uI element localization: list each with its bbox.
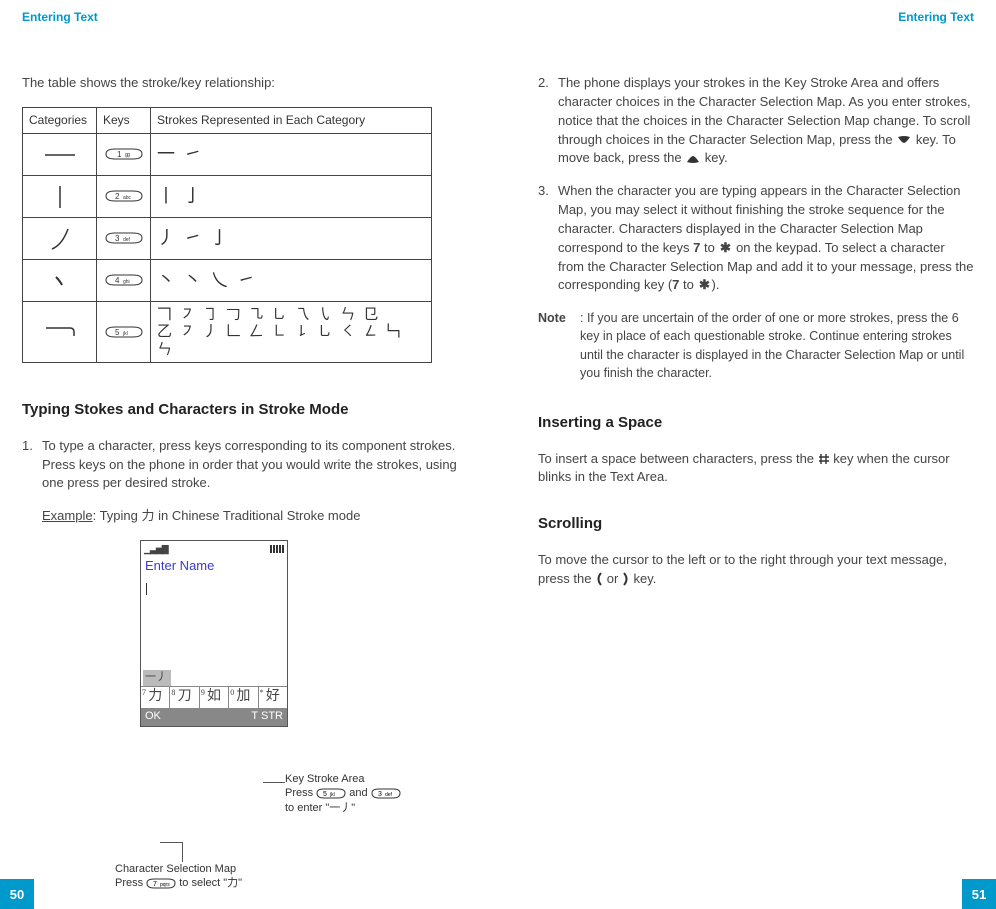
strokes-row4: 丶 丶 乀 ㇀ xyxy=(151,260,432,302)
table-row: 3def 丿 ㇀ 亅 xyxy=(23,218,432,260)
scrolling-text: To move the cursor to the left or to the… xyxy=(538,551,974,589)
nav-left-icon xyxy=(685,154,701,164)
running-head-right: Entering Text xyxy=(538,10,974,24)
key-5-icon: 5jkl xyxy=(316,788,346,799)
key-7-icon: 7pqrs xyxy=(146,878,176,889)
phone-screen-title: Enter Name xyxy=(141,557,287,578)
signal-icon: ▁▃▅▇ xyxy=(144,543,168,556)
page-left: Entering Text The table shows the stroke… xyxy=(0,0,498,909)
svg-text:4: 4 xyxy=(115,276,120,285)
stroke-cat-horizontal-icon xyxy=(40,145,80,165)
running-head-left: Entering Text xyxy=(22,10,458,24)
character-selection-map: 7力 8刀 9如 0加 *好 xyxy=(141,686,287,708)
nav-right-paren-icon xyxy=(622,572,630,586)
heading-inserting-space: Inserting a Space xyxy=(538,412,974,434)
col-header-strokes: Strokes Represented in Each Category xyxy=(151,107,432,133)
key-2-icon: 2abc xyxy=(105,190,143,203)
svg-text:ghi: ghi xyxy=(123,279,130,285)
phone-mockup: ▁▃▅▇ Enter Name 一丿 7力 8刀 9如 0加 *好 OK xyxy=(140,540,295,727)
callout-character-selection-map: Character Selection Map Press 7pqrs to s… xyxy=(115,862,355,891)
svg-text:jkl: jkl xyxy=(329,792,335,798)
example-line: Example: Typing 力 in Chinese Traditional… xyxy=(42,507,458,526)
hash-key-icon xyxy=(818,453,830,465)
svg-text:abc: abc xyxy=(123,195,132,201)
note: Note : If you are uncertain of the order… xyxy=(538,309,974,382)
nav-left-paren-icon xyxy=(595,572,603,586)
col-header-categories: Categories xyxy=(23,107,97,133)
step-1: 1. To type a character, press keys corre… xyxy=(22,437,458,494)
table-row: 2abc 丨 亅 xyxy=(23,176,432,218)
key-3-icon: 3def xyxy=(371,788,401,799)
nav-right-icon xyxy=(896,135,912,145)
star-key-icon: ✱ xyxy=(697,276,711,295)
svg-text:⊞: ⊞ xyxy=(125,153,130,159)
table-row: 1⊞ 一 ㇀ xyxy=(23,134,432,176)
table-row: 5jkl 𠃍 ㇇ ㇆ 𠃌 ㇈ ㇟ 乁 ㇂ ㄣ 㔾 乙 ㇇ 丿 𠃊 ㄥ ㇗ ㇙ ㇟… xyxy=(23,302,432,363)
callout-leader-ksa xyxy=(263,782,285,783)
phone-text-area xyxy=(141,578,287,670)
heading-scrolling: Scrolling xyxy=(538,513,974,535)
strokes-row2: 丨 亅 xyxy=(151,176,432,218)
page-number-left: 50 xyxy=(0,879,34,909)
key-1-icon: 1⊞ xyxy=(105,148,143,161)
svg-text:3: 3 xyxy=(378,791,382,798)
page-number-right: 51 xyxy=(962,879,996,909)
svg-text:2: 2 xyxy=(115,192,120,201)
page-right: Entering Text 2. The phone displays your… xyxy=(498,0,996,909)
inserting-space-text: To insert a space between characters, pr… xyxy=(538,450,974,488)
strokes-row5: 𠃍 ㇇ ㇆ 𠃌 ㇈ ㇟ 乁 ㇂ ㄣ 㔾 乙 ㇇ 丿 𠃊 ㄥ ㇗ ㇙ ㇟ ㇛ ㇜ … xyxy=(151,302,432,363)
softkey-tstr: T STR xyxy=(251,709,283,725)
svg-text:pqrs: pqrs xyxy=(160,882,170,888)
svg-text:5: 5 xyxy=(323,791,327,798)
strokes-row3: 丿 ㇀ 亅 xyxy=(151,218,432,260)
svg-text:jkl: jkl xyxy=(122,331,128,337)
key-stroke-area: 一丿 xyxy=(143,670,171,686)
battery-icon xyxy=(270,545,284,553)
stroke-table-intro: The table shows the stroke/key relations… xyxy=(22,74,458,93)
svg-text:def: def xyxy=(123,237,131,243)
stroke-cat-pie-icon xyxy=(40,225,80,253)
key-5-icon: 5jkl xyxy=(105,326,143,339)
star-key-icon: ✱ xyxy=(718,239,732,258)
svg-text:3: 3 xyxy=(115,234,120,243)
stroke-cat-dot-icon xyxy=(40,271,80,291)
softkey-ok: OK xyxy=(145,709,161,725)
key-4-icon: 4ghi xyxy=(105,274,143,287)
svg-text:5: 5 xyxy=(115,328,120,337)
callout-leader-csm xyxy=(182,842,183,862)
stroke-cat-turn-icon xyxy=(40,322,80,342)
svg-text:7: 7 xyxy=(153,881,157,888)
strokes-row1: 一 ㇀ xyxy=(151,134,432,176)
step-3: 3. When the character you are typing app… xyxy=(538,182,974,295)
heading-typing-strokes: Typing Stokes and Characters in Stroke M… xyxy=(22,399,458,421)
col-header-keys: Keys xyxy=(97,107,151,133)
svg-text:1: 1 xyxy=(117,150,122,159)
stroke-key-table: Categories Keys Strokes Represented in E… xyxy=(22,107,432,363)
callout-key-stroke-area: Key Stroke Area Press 5jkl and 3def to e… xyxy=(285,772,455,815)
key-3-icon: 3def xyxy=(105,232,143,245)
table-row: 4ghi 丶 丶 乀 ㇀ xyxy=(23,260,432,302)
stroke-cat-vertical-icon xyxy=(40,183,80,211)
svg-text:def: def xyxy=(385,792,393,798)
step-2: 2. The phone displays your strokes in th… xyxy=(538,74,974,168)
